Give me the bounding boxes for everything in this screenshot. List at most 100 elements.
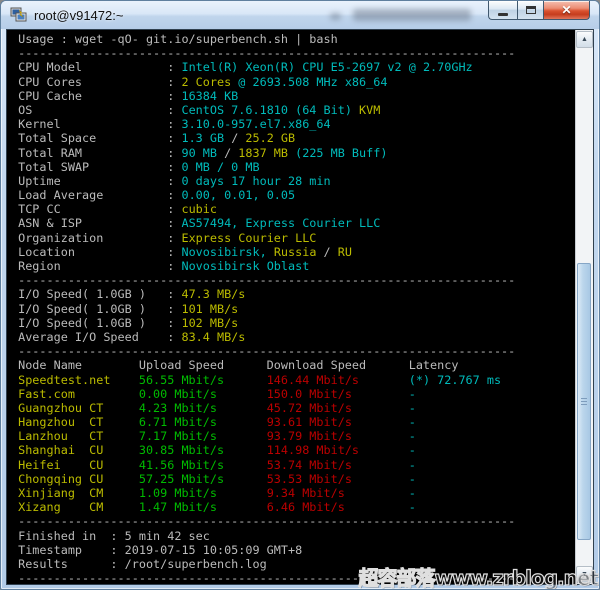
terminal-text-segment: (225 MB Buff) — [288, 145, 388, 160]
terminal-text-segment: RU — [337, 244, 352, 259]
terminal-line: ----------------------------------------… — [11, 273, 575, 287]
terminal-text-segment: 83.4 MB/s — [181, 329, 246, 344]
terminal-text-segment: 47.3 MB/s — [181, 287, 246, 302]
terminal-text-segment: - — [408, 429, 416, 444]
terminal-line: Finished in : 5 min 42 sec — [11, 529, 575, 543]
terminal-line: Load Average : 0.00, 0.01, 0.05 — [11, 188, 575, 202]
terminal-text-segment: 146.44 Mbit/s — [266, 372, 409, 387]
terminal-text-segment: Total RAM : — [11, 145, 182, 160]
minimize-icon — [498, 12, 508, 16]
terminal-text-segment: I/O Speed( 1.0GB ) : — [11, 287, 182, 302]
terminal-text-segment: Average I/O Speed : — [11, 329, 182, 344]
terminal-text-segment: 93.79 Mbit/s — [266, 429, 409, 444]
terminal-text-segment: 150.0 Mbit/s — [266, 386, 409, 401]
terminal-text-segment: Speedtest.net — [11, 372, 139, 387]
terminal-text-segment: - — [408, 486, 416, 500]
terminal-line: Uptime : 0 days 17 hour 28 min — [11, 174, 575, 188]
window-title: root@v91472:~ — [34, 7, 124, 23]
terminal-text-segment: Region : — [11, 259, 182, 273]
terminal-text-segment: - — [408, 415, 416, 430]
terminal-text-segment: - — [408, 471, 416, 486]
terminal-text-segment: 1.47 Mbit/s — [138, 500, 267, 515]
terminal-line: Chongqing CU 57.25 Mbit/s 53.53 Mbit/s - — [11, 472, 575, 486]
terminal-text-segment: @ 2693.508 MHz x86_64 — [231, 74, 388, 89]
terminal-text-segment: (*) 72.767 ms — [408, 372, 502, 387]
terminal-text-segment: CPU Model : — [11, 60, 182, 75]
terminal-text-segment: CPU Cache : — [11, 88, 182, 103]
terminal-text-segment: Novosibirsk Oblast — [181, 259, 310, 273]
terminal-line: Total Space : 1.3 GB / 25.2 GB — [11, 131, 575, 145]
terminal-text-segment: I/O Speed( 1.0GB ) : — [11, 315, 182, 330]
terminal-text-segment: KVM — [359, 102, 381, 117]
terminal-line: ----------------------------------------… — [11, 514, 575, 528]
terminal-text-segment: AS57494, Express Courier LLC — [181, 216, 381, 231]
terminal-text-segment: / — [224, 131, 246, 146]
terminal-text-segment: 7.17 Mbit/s — [138, 429, 267, 444]
terminal-text-segment: - — [408, 500, 416, 515]
terminal-text-segment: Guangzhou CT — [11, 400, 139, 415]
terminal-line: CPU Cores : 2 Cores @ 2693.508 MHz x86_6… — [11, 75, 575, 89]
terminal-text-segment: 41.56 Mbit/s — [138, 457, 267, 472]
maximize-button[interactable] — [517, 1, 544, 20]
terminal-line: I/O Speed( 1.0GB ) : 47.3 MB/s — [11, 287, 575, 301]
terminal-text-segment: Usage : wget -qO- git.io/superbench.sh |… — [11, 32, 338, 46]
scroll-up-button[interactable]: ▲ — [576, 31, 593, 48]
terminal-line: Lanzhou CT 7.17 Mbit/s 93.79 Mbit/s - — [11, 429, 575, 443]
minimize-button[interactable] — [488, 1, 517, 20]
terminal-frame: Usage : wget -qO- git.io/superbench.sh |… — [6, 29, 594, 585]
terminal-line: Heifei CU 41.56 Mbit/s 53.74 Mbit/s - — [11, 458, 575, 472]
terminal-text-segment: Timestamp : 2019-07-15 10:05:09 GMT+8 — [11, 542, 303, 557]
close-button[interactable]: ✕ — [544, 1, 590, 20]
window-controls: ✕ — [488, 1, 590, 20]
terminal-text-segment: 57.25 Mbit/s — [138, 471, 267, 486]
terminal-line: Total SWAP : 0 MB / 0 MB — [11, 160, 575, 174]
terminal-text-segment: ----------------------------------------… — [11, 514, 516, 529]
terminal-screen[interactable]: Usage : wget -qO- git.io/superbench.sh |… — [7, 30, 575, 584]
scrollbar-thumb[interactable] — [577, 263, 591, 540]
scroll-up-icon: ▲ — [581, 36, 588, 43]
terminal-text-segment: Total SWAP : — [11, 159, 182, 174]
terminal-text-segment: CPU Cores : — [11, 74, 182, 89]
terminal-text-segment: 93.61 Mbit/s — [266, 415, 409, 430]
terminal-text-segment: 6.71 Mbit/s — [138, 415, 267, 430]
terminal-text-segment: 45.72 Mbit/s — [266, 400, 409, 415]
terminal-text-segment: I/O Speed( 1.0GB ) : — [11, 301, 182, 316]
terminal-text-segment: 4.23 Mbit/s — [138, 400, 267, 415]
terminal-text-segment: Node Name Upload Speed Download Speed La… — [11, 358, 459, 373]
putty-window: root@v91472:~ ✕ Usage : wget -qO- git.io… — [0, 0, 600, 590]
terminal-line: ASN & ISP : AS57494, Express Courier LLC — [11, 216, 575, 230]
terminal-text-segment: Express Courier LLC — [181, 230, 317, 245]
terminal-text-segment: OS : — [11, 102, 182, 117]
terminal-text-segment: 30.85 Mbit/s — [138, 443, 267, 458]
terminal-text-segment: 53.53 Mbit/s — [266, 471, 409, 486]
terminal-text-segment: ----------------------------------------… — [11, 273, 516, 288]
terminal-text-segment: 102 MB/s — [181, 315, 239, 330]
terminal-text-segment: Lanzhou CT — [11, 429, 139, 444]
terminal-line: OS : CentOS 7.6.1810 (64 Bit) KVM — [11, 103, 575, 117]
terminal-text-segment: Novosibirsk, — [181, 244, 274, 259]
terminal-text-segment: Hangzhou CT — [11, 415, 139, 430]
terminal-text-segment: 1.3 GB — [181, 131, 225, 146]
terminal-text-segment: Load Average : — [11, 188, 182, 203]
terminal-line: Timestamp : 2019-07-15 10:05:09 GMT+8 — [11, 543, 575, 557]
terminal-text-segment: Intel(R) Xeon(R) CPU E5-2697 v2 @ 2.70GH… — [181, 60, 473, 75]
terminal-text-segment: Organization : — [11, 230, 182, 245]
scrollbar-track[interactable] — [576, 48, 593, 566]
maximize-icon — [525, 6, 536, 14]
terminal-line: Average I/O Speed : 83.4 MB/s — [11, 330, 575, 344]
terminal-line: Shanghai CU 30.85 Mbit/s 114.98 Mbit/s - — [11, 443, 575, 457]
terminal-text-segment: Total Space : — [11, 131, 182, 146]
close-icon: ✕ — [561, 3, 572, 17]
terminal-text-segment: Location : — [11, 244, 182, 259]
terminal-text-segment: 16384 KB — [181, 88, 239, 103]
terminal-text-segment: ----------------------------------------… — [11, 344, 516, 359]
terminal-line: I/O Speed( 1.0GB ) : 102 MB/s — [11, 316, 575, 330]
terminal-line: Location : Novosibirsk, Russia / RU — [11, 245, 575, 259]
terminal-scrollbar: ▲ ▼ — [575, 30, 593, 584]
terminal-text-segment: / — [316, 244, 338, 259]
terminal-text-segment: 0 MB / 0 MB — [181, 159, 260, 174]
terminal-text-segment: Results : /root/superbench.log — [11, 556, 267, 571]
terminal-text-segment: 25.2 GB — [245, 131, 296, 146]
terminal-text-segment: / — [216, 145, 239, 160]
terminal-text-segment: CentOS 7.6.1810 (64 Bit) — [181, 102, 360, 117]
